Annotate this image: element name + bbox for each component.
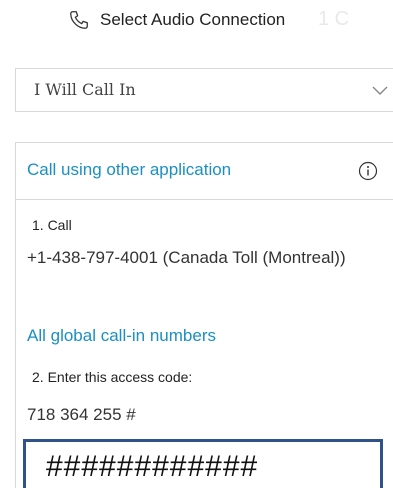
audio-option-value: I Will Call In bbox=[34, 80, 136, 99]
call-in-panel: Call using other application 1. Call +1-… bbox=[15, 142, 393, 488]
access-code: 718 364 255 # bbox=[27, 405, 136, 424]
redaction-text: ############ bbox=[46, 450, 259, 483]
call-in-number: +1-438-797-4001 (Canada Toll (Montreal)) bbox=[27, 248, 346, 267]
step-2-label: 2. Enter this access code: bbox=[32, 369, 193, 385]
global-call-in-numbers-link[interactable]: All global call-in numbers bbox=[27, 326, 216, 346]
redaction-box: ############ bbox=[23, 439, 383, 488]
audio-option-select[interactable]: I Will Call In bbox=[15, 68, 393, 112]
panel-header: Call using other application bbox=[16, 143, 393, 200]
audio-connection-page: Select Audio Connection 1 C I Will Call … bbox=[0, 0, 393, 488]
call-other-app-link[interactable]: Call using other application bbox=[27, 160, 231, 180]
header: Select Audio Connection 1 C bbox=[0, 8, 393, 32]
ghost-text: 1 C bbox=[318, 8, 350, 30]
step-1-label: 1. Call bbox=[32, 217, 72, 233]
dialog-title: Select Audio Connection bbox=[100, 10, 286, 29]
